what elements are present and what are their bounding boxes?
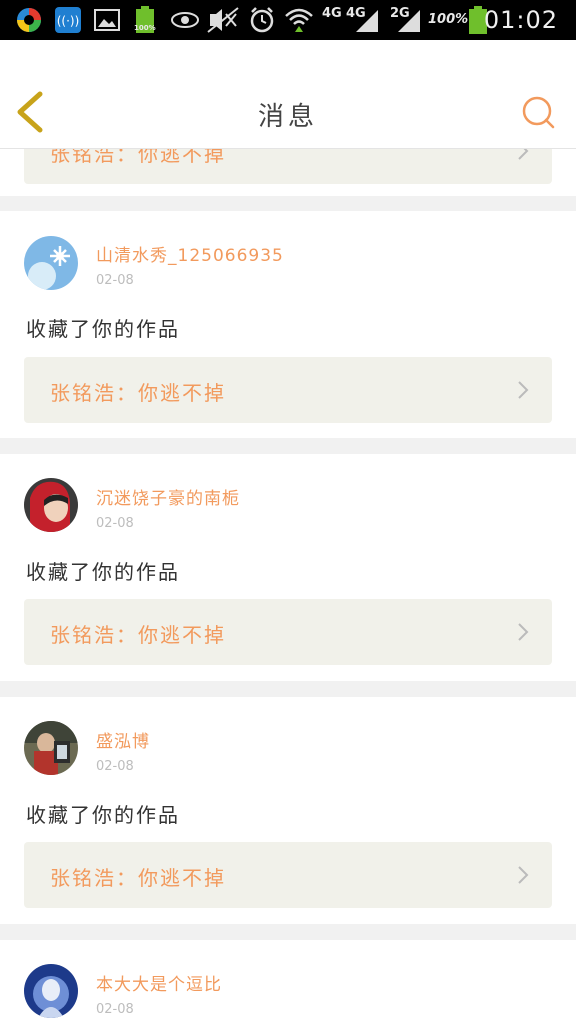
search-icon: [522, 96, 555, 129]
battery-percent: 100%: [428, 12, 469, 27]
username[interactable]: 山清水秀_125066935: [96, 241, 284, 266]
work-link[interactable]: 张铭浩：你逃不掉: [24, 357, 552, 423]
signal-icon-b: [398, 10, 420, 32]
network-4g-label-a: 4G: [322, 6, 342, 21]
action-text: 收藏了你的作品: [26, 317, 180, 341]
alarm-icon: [250, 7, 274, 33]
list-item: 本大大是个逗比 02-08: [0, 940, 576, 1030]
action-text: 收藏了你的作品: [26, 560, 180, 584]
work-label: 张铭浩：你逃不掉: [50, 623, 226, 647]
clock: 01:02: [483, 6, 558, 34]
wifi-icon: [285, 8, 313, 32]
chevron-right-icon: [518, 381, 529, 399]
message-date: 02-08: [96, 1002, 134, 1017]
chevron-right-icon: [518, 866, 529, 884]
eye-icon: [171, 12, 199, 28]
username[interactable]: 本大大是个逗比: [96, 970, 222, 995]
app-header: 消息: [0, 40, 576, 149]
avatar[interactable]: [24, 236, 78, 290]
battery-small-label: 100%: [134, 24, 156, 32]
list-item: 山清水秀_125066935 02-08 收藏了你的作品 张铭浩：你逃不掉: [0, 211, 576, 438]
message-date: 02-08: [96, 273, 134, 288]
list-item: 沉迷饶子豪的南栀 02-08 收藏了你的作品 张铭浩：你逃不掉: [0, 454, 576, 681]
status-bar: ((·)) 100% 4G 4G 2G 100% 01:02: [0, 0, 576, 40]
chevron-right-icon: [518, 623, 529, 641]
action-text: 收藏了你的作品: [26, 803, 180, 827]
username[interactable]: 沉迷饶子豪的南栀: [96, 484, 240, 509]
app-color-ring-icon: [17, 8, 41, 32]
search-button[interactable]: [520, 94, 556, 130]
list-item: 盛泓博 02-08 收藏了你的作品 张铭浩：你逃不掉: [0, 697, 576, 924]
work-label: 张铭浩：你逃不掉: [50, 866, 226, 890]
network-4g-label-b: 4G: [346, 6, 366, 21]
message-date: 02-08: [96, 759, 134, 774]
svg-text:((·)): ((·)): [57, 14, 80, 28]
image-icon: [94, 9, 120, 31]
work-link[interactable]: 张铭浩：你逃不掉: [24, 842, 552, 908]
page-title: 消息: [257, 102, 318, 132]
work-link[interactable]: 张铭浩：你逃不掉: [24, 599, 552, 665]
avatar[interactable]: [24, 478, 78, 532]
avatar[interactable]: [24, 721, 78, 775]
muted-icon: [207, 7, 239, 33]
message-date: 02-08: [96, 516, 134, 531]
avatar[interactable]: [24, 964, 78, 1018]
wifi-app-icon: ((·)): [55, 7, 81, 33]
username[interactable]: 盛泓博: [96, 727, 150, 752]
work-label: 张铭浩：你逃不掉: [50, 381, 226, 405]
